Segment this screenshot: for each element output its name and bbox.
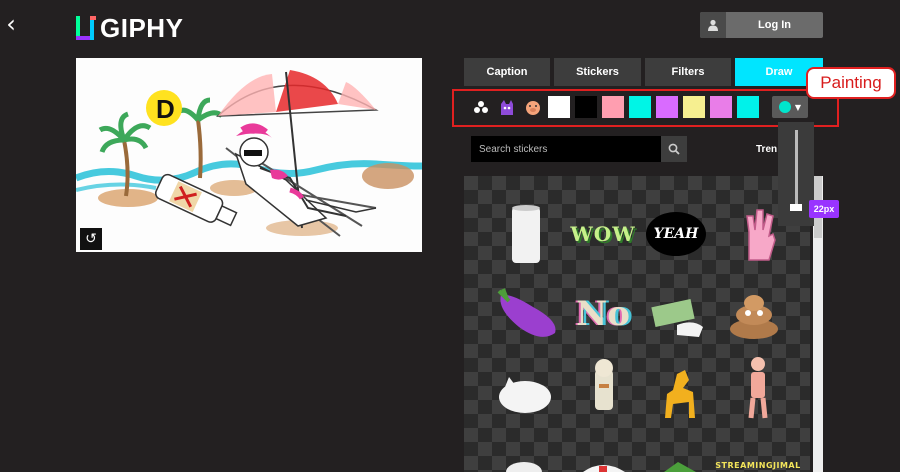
search-icon[interactable] xyxy=(661,136,687,162)
giphy-logo-mark xyxy=(76,16,96,40)
sticker-wow-text: WOW xyxy=(570,222,636,246)
color-swatch-purple[interactable] xyxy=(656,96,678,118)
chevron-down-icon: ▼ xyxy=(794,102,802,112)
brush-size-slider-track[interactable] xyxy=(795,130,798,210)
sticker-partial-3[interactable] xyxy=(648,438,712,472)
color-swatch-white[interactable] xyxy=(548,96,570,118)
tab-stickers[interactable]: Stickers xyxy=(554,58,641,86)
color-swatch-black[interactable] xyxy=(575,96,597,118)
login-label: Log In xyxy=(758,19,791,31)
pokeball-icon[interactable] xyxy=(470,96,492,118)
brush-size-slider-thumb[interactable] xyxy=(790,204,802,211)
annotation-callout: Painting xyxy=(806,67,896,99)
sticker-partial-2[interactable] xyxy=(572,438,636,472)
color-swatch-magenta[interactable] xyxy=(710,96,732,118)
picker-color-dot xyxy=(778,101,791,113)
sticker-wow[interactable]: WOW xyxy=(568,202,638,266)
trending-label[interactable]: Tren xyxy=(756,144,777,155)
sticker-search-bar xyxy=(471,136,687,162)
sticker-cat-sleeping[interactable] xyxy=(492,362,556,426)
color-swatch-turquoise[interactable] xyxy=(737,96,759,118)
giphy-logo[interactable]: GIPHY xyxy=(76,12,184,43)
color-picker-dropdown[interactable]: ▼ xyxy=(772,96,808,118)
pig-icon[interactable] xyxy=(522,96,544,118)
sticker-streaming[interactable]: STREAMINGJIMAL xyxy=(714,438,802,472)
sticker-partial-1[interactable] xyxy=(492,438,556,472)
sticker-streaming-text: STREAMINGJIMAL xyxy=(715,461,801,470)
purple-cat-icon[interactable] xyxy=(496,96,518,118)
color-swatch-yellow[interactable] xyxy=(683,96,705,118)
sticker-yeah[interactable]: YEAH xyxy=(644,202,708,266)
tab-caption[interactable]: Caption xyxy=(464,58,550,86)
sticker-cat-standing[interactable] xyxy=(572,356,636,420)
sticker-yeah-text: YEAH xyxy=(653,226,699,242)
color-swatch-cyan[interactable] xyxy=(629,96,651,118)
undo-icon[interactable]: ↺ xyxy=(80,228,102,250)
logo-text: GIPHY xyxy=(100,12,184,43)
gif-preview-canvas[interactable]: D xyxy=(76,58,422,252)
brush-size-label: 22px xyxy=(809,200,839,218)
login-button[interactable]: Log In xyxy=(700,12,823,38)
canvas-letter: D xyxy=(156,94,175,124)
tab-filters[interactable]: Filters xyxy=(645,58,731,86)
search-stickers-input[interactable] xyxy=(471,136,661,162)
color-swatch-pink[interactable] xyxy=(602,96,624,118)
sticker-eggplant[interactable] xyxy=(490,282,562,346)
sticker-person[interactable] xyxy=(726,356,790,420)
sticker-no-text: No xyxy=(576,294,630,334)
sticker-no[interactable]: No xyxy=(568,282,638,346)
sticker-horse[interactable] xyxy=(648,360,712,424)
user-icon xyxy=(700,12,726,38)
sticker-grid: WOW YEAH No STREAMINGJIMAL xyxy=(464,176,810,472)
editor-tabs: Caption Stickers Filters Draw xyxy=(464,58,823,86)
draw-toolbar: ▼ xyxy=(462,92,824,122)
sticker-can[interactable] xyxy=(494,202,558,266)
sticker-poop[interactable] xyxy=(722,282,786,346)
sticker-money[interactable] xyxy=(646,282,708,346)
back-chevron-icon[interactable]: ‹ xyxy=(2,12,20,36)
